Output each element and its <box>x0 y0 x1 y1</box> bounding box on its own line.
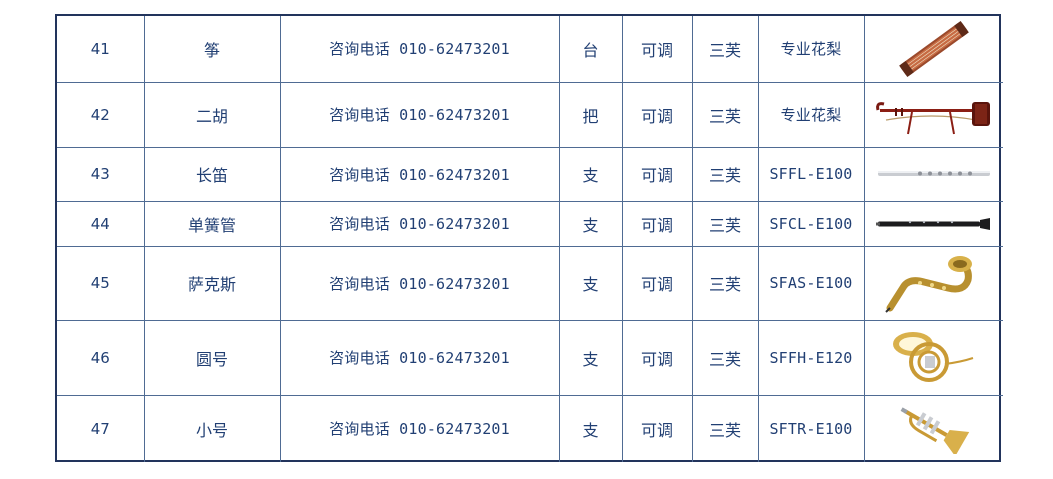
brand: 三芙 <box>691 16 759 83</box>
adjustable: 可调 <box>621 200 693 247</box>
unit: 把 <box>558 81 623 148</box>
row-number: 42 <box>57 81 145 148</box>
model: 专业花梨 <box>757 16 865 83</box>
instrument-table-grid: 41 筝 咨询电话 010-62473201 台 可调 三芙 专业花梨 42 二… <box>57 16 1003 462</box>
brand: 三芙 <box>691 146 759 202</box>
instrument-name: 圆号 <box>143 319 281 396</box>
trumpet-icon <box>900 407 969 454</box>
unit: 台 <box>558 16 623 83</box>
instrument-table: 41 筝 咨询电话 010-62473201 台 可调 三芙 专业花梨 42 二… <box>55 14 1003 462</box>
table-row: 43 长笛 咨询电话 010-62473201 支 可调 三芙 SFFL-E10… <box>57 146 1003 202</box>
brand: 三芙 <box>691 81 759 148</box>
model: SFCL-E100 <box>757 200 865 247</box>
unit: 支 <box>558 394 623 462</box>
table-row: 47 小号 咨询电话 010-62473201 支 可调 三芙 SFTR-E10… <box>57 394 1003 462</box>
price-contact: 咨询电话 010-62473201 <box>279 146 560 202</box>
flute-icon <box>877 171 990 176</box>
row-number: 46 <box>57 319 145 396</box>
price-contact: 咨询电话 010-62473201 <box>279 245 560 321</box>
model: 专业花梨 <box>757 81 865 148</box>
row-number: 43 <box>57 146 145 202</box>
instrument-image-cell <box>863 200 1003 247</box>
instrument-image-cell <box>863 319 1003 396</box>
unit: 支 <box>558 245 623 321</box>
adjustable: 可调 <box>621 245 693 321</box>
unit: 支 <box>558 319 623 396</box>
instrument-image-cell <box>863 394 1003 462</box>
model: SFFL-E100 <box>757 146 865 202</box>
adjustable: 可调 <box>621 16 693 83</box>
row-number: 41 <box>57 16 145 83</box>
adjustable: 可调 <box>621 394 693 462</box>
row-number: 44 <box>57 200 145 247</box>
unit: 支 <box>558 146 623 202</box>
price-contact: 咨询电话 010-62473201 <box>279 319 560 396</box>
table-row: 42 二胡 咨询电话 010-62473201 把 可调 三芙 专业花梨 <box>57 81 1003 148</box>
model: SFTR-E100 <box>757 394 865 462</box>
table-row: 41 筝 咨询电话 010-62473201 台 可调 三芙 专业花梨 <box>57 16 1003 83</box>
brand: 三芙 <box>691 200 759 247</box>
instrument-image-cell <box>863 81 1003 148</box>
row-number: 47 <box>57 394 145 462</box>
price-contact: 咨询电话 010-62473201 <box>279 81 560 148</box>
price-contact: 咨询电话 010-62473201 <box>279 200 560 247</box>
instrument-name: 筝 <box>143 16 281 83</box>
instrument-image-cell <box>863 16 1003 83</box>
instrument-name: 长笛 <box>143 146 281 202</box>
adjustable: 可调 <box>621 146 693 202</box>
instrument-image-cell <box>863 245 1003 321</box>
erhu-icon <box>875 101 990 134</box>
french-horn-icon <box>892 331 974 382</box>
instrument-name: 二胡 <box>143 81 281 148</box>
instrument-image-cell <box>863 146 1003 202</box>
brand: 三芙 <box>691 245 759 321</box>
adjustable: 可调 <box>621 81 693 148</box>
table-row: 46 圆号 咨询电话 010-62473201 支 可调 三芙 SFFH-E12… <box>57 319 1003 396</box>
price-contact: 咨询电话 010-62473201 <box>279 16 560 83</box>
model: SFAS-E100 <box>757 245 865 321</box>
unit: 支 <box>558 200 623 247</box>
brand: 三芙 <box>691 394 759 462</box>
instrument-name: 萨克斯 <box>143 245 281 321</box>
saxophone-icon <box>885 256 972 313</box>
price-contact: 咨询电话 010-62473201 <box>279 394 560 462</box>
row-number: 45 <box>57 245 145 321</box>
instrument-name: 单簧管 <box>143 200 281 247</box>
table-row: 45 萨克斯 咨询电话 010-62473201 支 可调 三芙 SFAS-E1… <box>57 245 1003 321</box>
model: SFFH-E120 <box>757 319 865 396</box>
guzheng-icon <box>898 20 969 77</box>
instrument-name: 小号 <box>143 394 281 462</box>
clarinet-icon <box>875 217 990 230</box>
table-row: 44 单簧管 咨询电话 010-62473201 支 可调 三芙 SFCL-E1… <box>57 200 1003 247</box>
adjustable: 可调 <box>621 319 693 396</box>
brand: 三芙 <box>691 319 759 396</box>
